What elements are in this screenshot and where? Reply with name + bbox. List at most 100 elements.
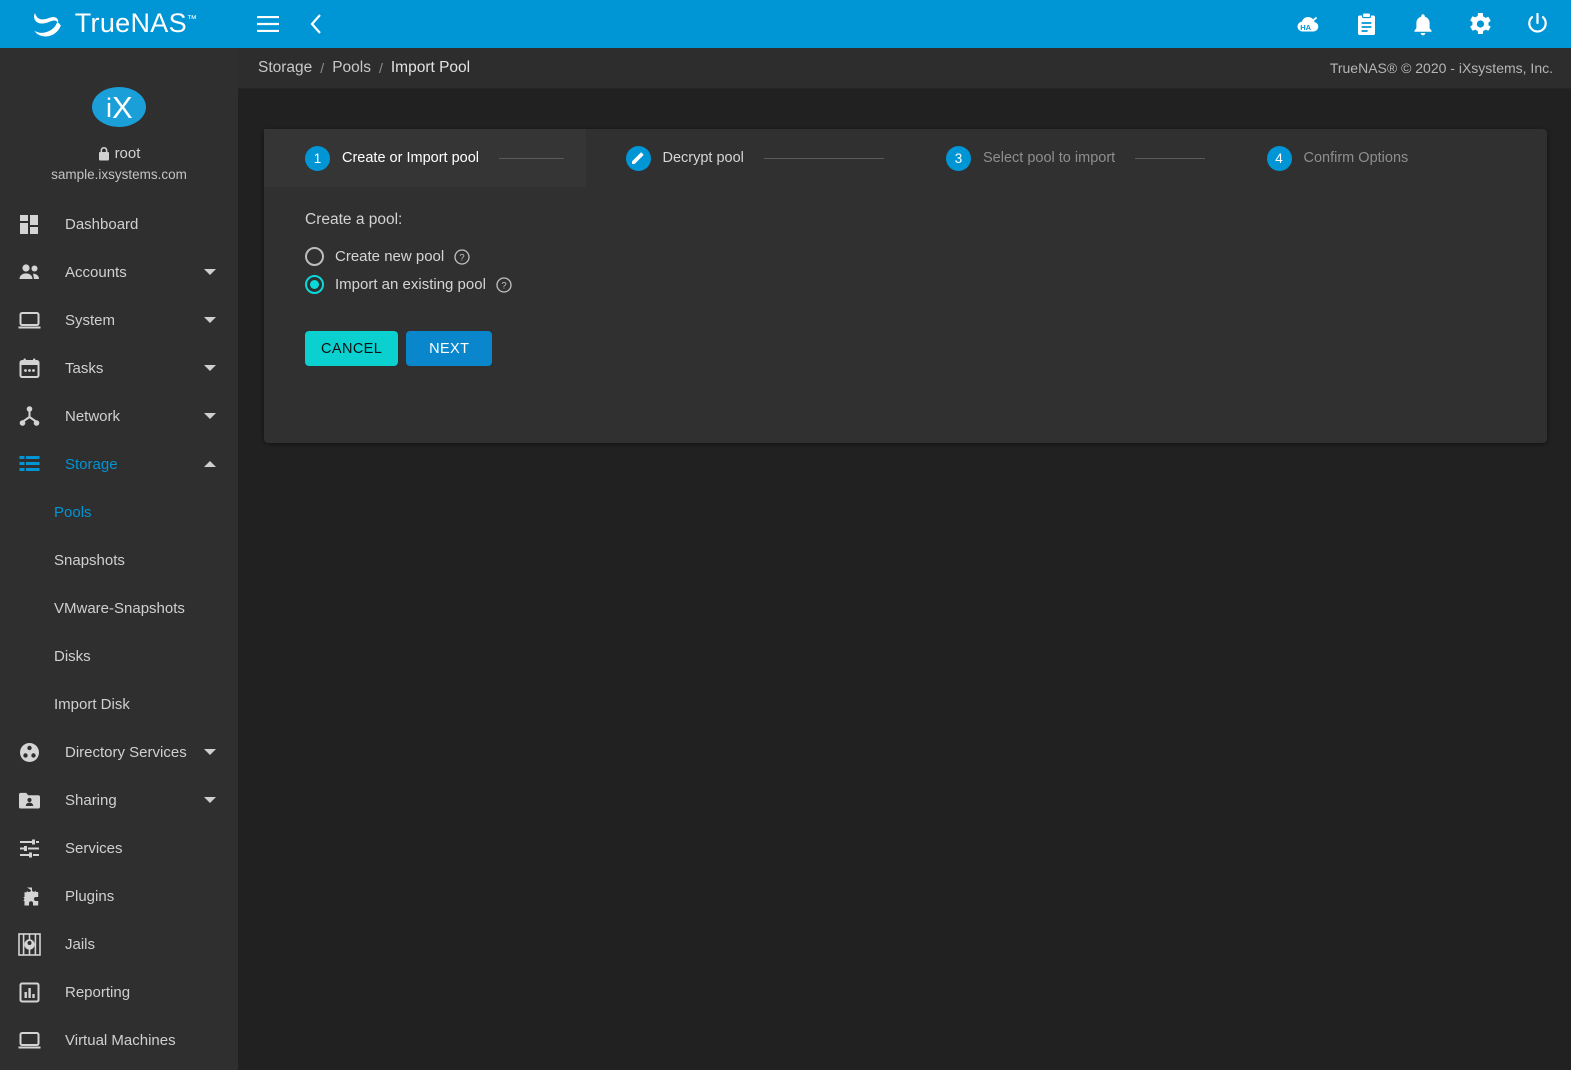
ha-status-icon[interactable]: HA: [1295, 10, 1323, 38]
sidebar-subitem-label: Snapshots: [54, 552, 125, 569]
chevron-down-icon[interactable]: [204, 749, 216, 755]
step-label: Select pool to import: [983, 150, 1115, 166]
reporting-chart-icon: [12, 982, 46, 1003]
wizard-step-3[interactable]: 3 Select pool to import: [906, 129, 1227, 187]
help-circle-icon[interactable]: ?: [496, 277, 512, 293]
breadcrumb-item-storage[interactable]: Storage: [258, 59, 312, 77]
sidebar-item-reporting[interactable]: Reporting: [0, 968, 238, 1016]
sidebar-item-dashboard[interactable]: Dashboard: [0, 200, 238, 248]
next-button[interactable]: NEXT: [406, 331, 492, 366]
sidebar-item-accounts[interactable]: Accounts: [0, 248, 238, 296]
radio-option-create-new-pool[interactable]: Create new pool ?: [305, 243, 1547, 270]
sidebar-item-directory-services[interactable]: Directory Services: [0, 728, 238, 776]
user-info-block: i X root sample.ixsystems.com: [0, 48, 238, 200]
wizard-stepper: 1 Create or Import pool Decrypt pool 3: [264, 129, 1547, 187]
radio-option-import-existing-pool[interactable]: Import an existing pool ?: [305, 271, 1547, 298]
plugins-puzzle-icon: [12, 886, 46, 907]
sidebar-item-label: Plugins: [65, 888, 114, 905]
task-manager-icon[interactable]: [1352, 10, 1380, 38]
sidebar-item-label: Accounts: [65, 264, 127, 281]
virtual-machines-icon: [12, 1031, 46, 1050]
chevron-down-icon[interactable]: [204, 365, 216, 371]
cancel-button[interactable]: CANCEL: [305, 331, 398, 366]
chevron-down-icon[interactable]: [204, 797, 216, 803]
sidebar-item-virtual-machines[interactable]: Virtual Machines: [0, 1016, 238, 1064]
hamburger-menu-icon[interactable]: [254, 10, 282, 38]
sidebar-item-label: System: [65, 312, 115, 329]
step-label: Confirm Options: [1304, 150, 1409, 166]
sharing-folder-icon: [12, 791, 46, 810]
sidebar-item-label: Sharing: [65, 792, 117, 809]
toolbar-right-group: HA: [1295, 10, 1551, 38]
dashboard-icon: [12, 214, 46, 235]
svg-text:X: X: [112, 90, 133, 125]
truenas-app-window: TrueNAS™ i X root sample.ixsystems.com: [0, 0, 1571, 1070]
content-area: 1 Create or Import pool Decrypt pool 3: [238, 89, 1571, 1070]
chevron-up-icon[interactable]: [204, 461, 216, 467]
sidebar-item-label: Storage: [65, 456, 118, 473]
step-number-badge: 1: [305, 146, 330, 171]
power-icon[interactable]: [1523, 10, 1551, 38]
step-connector-line: [499, 158, 563, 159]
sidebar-item-jails[interactable]: Jails: [0, 920, 238, 968]
truenas-wave-logo: [31, 9, 65, 39]
directory-services-icon: [12, 742, 46, 763]
chevron-down-icon[interactable]: [204, 317, 216, 323]
username-label: root: [115, 145, 141, 162]
step-number-badge: 3: [946, 146, 971, 171]
wizard-step-4[interactable]: 4 Confirm Options: [1227, 129, 1548, 187]
sidebar-subitem-snapshots[interactable]: Snapshots: [0, 536, 238, 584]
system-monitor-icon: [12, 311, 46, 330]
sidebar-item-label: Directory Services: [65, 744, 187, 761]
breadcrumb-item-import-pool: Import Pool: [391, 59, 470, 77]
sidebar-item-plugins[interactable]: Plugins: [0, 872, 238, 920]
sidebar-item-sharing[interactable]: Sharing: [0, 776, 238, 824]
breadcrumb-bar: Storage / Pools / Import Pool TrueNAS® ©…: [238, 48, 1571, 89]
chevron-down-icon[interactable]: [204, 413, 216, 419]
step-connector-line: [764, 158, 884, 159]
sidebar-item-storage[interactable]: Storage: [0, 440, 238, 488]
storage-server-icon: [12, 455, 46, 473]
import-pool-wizard-card: 1 Create or Import pool Decrypt pool 3: [264, 129, 1547, 443]
sidebar-item-services[interactable]: Services: [0, 824, 238, 872]
radio-button[interactable]: [305, 247, 324, 266]
sidebar-item-network[interactable]: Network: [0, 392, 238, 440]
wizard-step-2[interactable]: Decrypt pool: [586, 129, 907, 187]
radio-button[interactable]: [305, 275, 324, 294]
toolbar-left-group: [254, 10, 330, 38]
sidebar-item-system[interactable]: System: [0, 296, 238, 344]
radio-label: Import an existing pool: [335, 276, 486, 293]
hostname-label: sample.ixsystems.com: [51, 167, 187, 182]
current-user: root: [98, 145, 141, 162]
sidebar: TrueNAS™ i X root sample.ixsystems.com: [0, 0, 238, 1070]
svg-text:?: ?: [501, 280, 506, 291]
step-number-badge: 4: [1267, 146, 1292, 171]
sidebar-item-tasks[interactable]: Tasks: [0, 344, 238, 392]
chevron-down-icon[interactable]: [204, 269, 216, 275]
radio-label: Create new pool: [335, 248, 444, 265]
sidebar-subitem-vmware-snapshots[interactable]: VMware-Snapshots: [0, 584, 238, 632]
sidebar-item-label: Virtual Machines: [65, 1032, 176, 1049]
notifications-bell-icon[interactable]: [1409, 10, 1437, 38]
step-connector-line: [1135, 158, 1204, 159]
sidebar-subitem-label: Pools: [54, 504, 92, 521]
top-toolbar: HA: [238, 0, 1571, 48]
brand-header[interactable]: TrueNAS™: [0, 0, 238, 48]
sidebar-item-label: Jails: [65, 936, 95, 953]
sidebar-subitem-disks[interactable]: Disks: [0, 632, 238, 680]
sidebar-subitem-import-disk[interactable]: Import Disk: [0, 680, 238, 728]
sidebar-subitem-label: Disks: [54, 648, 91, 665]
help-circle-icon[interactable]: ?: [454, 249, 470, 265]
breadcrumb-separator: /: [379, 60, 383, 76]
step-label: Create or Import pool: [342, 150, 479, 166]
accounts-people-icon: [12, 262, 46, 283]
chevron-left-icon[interactable]: [302, 10, 330, 38]
sidebar-item-label: Tasks: [65, 360, 103, 377]
sidebar-subitem-pools[interactable]: Pools: [0, 488, 238, 536]
network-hierarchy-icon: [12, 406, 46, 427]
settings-gear-icon[interactable]: [1466, 10, 1494, 38]
wizard-step-1[interactable]: 1 Create or Import pool: [264, 129, 586, 187]
sidebar-item-label: Reporting: [65, 984, 130, 1001]
step-label: Decrypt pool: [663, 150, 744, 166]
breadcrumb-item-pools[interactable]: Pools: [332, 59, 371, 77]
